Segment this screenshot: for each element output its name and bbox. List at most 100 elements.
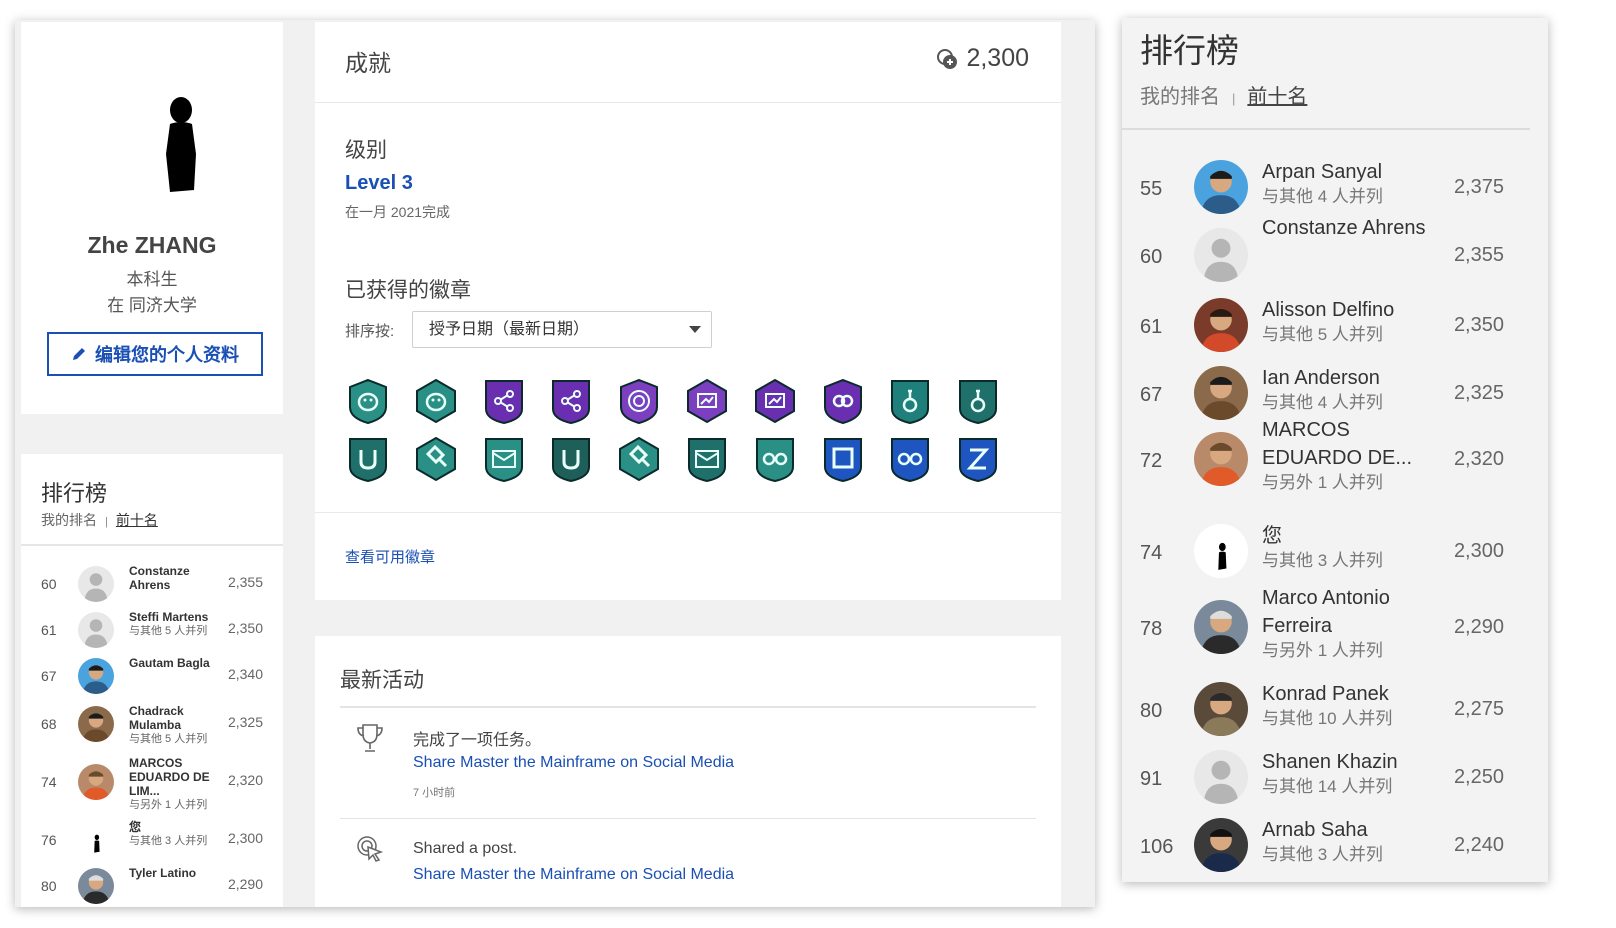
tie-note: 与其他 14 人并列 — [1262, 777, 1393, 796]
tab-top-ten[interactable]: 前十名 — [1247, 86, 1307, 108]
activity-link[interactable]: Share Master the Mainframe on Social Med… — [413, 754, 734, 772]
leaderboard-tabs: 我的排名 | 前十名 — [1140, 80, 1307, 109]
player-name-text: 您 — [1262, 525, 1282, 547]
avatar — [1194, 682, 1248, 736]
leaderboard-tabs: 我的排名 | 前十名 — [41, 510, 158, 530]
player-name: 您与其他 3 人并列 — [129, 820, 229, 848]
player-points: 2,340 — [227, 666, 263, 682]
rank-number: 55 — [1140, 178, 1163, 200]
activity-text: 完成了一项任务。 — [413, 732, 542, 749]
avatar — [1194, 600, 1248, 654]
purple-share-shield-icon[interactable] — [548, 377, 594, 425]
blue-square-shield-icon[interactable] — [820, 435, 866, 483]
avatar — [78, 764, 114, 800]
tie-note: 与其他 3 人并列 — [129, 835, 208, 847]
leaderboard-row[interactable]: 106 Arnab Saha 与其他 3 人并列 2,240 — [1122, 816, 1548, 876]
share-cursor-icon — [357, 836, 384, 862]
teal-flask-icon[interactable] — [955, 377, 1001, 425]
teal-hammer-icon[interactable] — [413, 435, 459, 483]
edit-profile-button[interactable]: 编辑您的个人资料 — [47, 332, 263, 376]
tie-note: 与其他 5 人并列 — [1262, 325, 1383, 344]
player-name-text: Constanze Ahrens — [129, 564, 190, 592]
teal-u-shield-icon[interactable] — [548, 435, 594, 483]
purple-chart-icon[interactable] — [752, 377, 798, 425]
leaderboard-row[interactable]: 60 Constanze Ahrens 2,355 — [21, 564, 283, 608]
rank-number: 74 — [1140, 542, 1163, 564]
leaderboard-row[interactable]: 74 您与其他 3 人并列 2,300 — [1122, 522, 1548, 582]
blue-z-shield-icon[interactable] — [955, 435, 1001, 483]
leaderboard-row[interactable]: 91 Shanen Khazin 与其他 14 人并列 2,250 — [1122, 748, 1548, 808]
level-heading: 级别 — [345, 139, 387, 162]
level-name[interactable]: Level 3 — [345, 172, 413, 195]
rank-number: 91 — [1140, 768, 1163, 790]
rank-number: 68 — [41, 716, 57, 732]
leaderboard-row[interactable]: 67 Ian Anderson 与其他 4 人并列 2,325 — [1122, 364, 1548, 424]
activity-text: Shared a post. — [413, 840, 518, 857]
leaderboard-row[interactable]: 80 Konrad Panek 与其他 10 人并列 2,275 — [1122, 680, 1548, 740]
tab-my-rank[interactable]: 我的排名 — [1140, 86, 1220, 108]
teal-envelope-icon[interactable] — [684, 435, 730, 483]
player-points: 2,250 — [1453, 766, 1504, 788]
player-points: 2,355 — [227, 574, 263, 590]
avatar — [1194, 524, 1248, 578]
player-name: MARCOS EDUARDO DE LIM... 与另外 1 人并列 — [129, 756, 229, 812]
leaderboard-small: 排行榜 我的排名 | 前十名 60 Constanze Ahrens 2,355 6… — [21, 454, 283, 907]
tie-note: 与另外 1 人并列 — [1262, 473, 1383, 492]
player-points: 2,275 — [1453, 698, 1504, 720]
purple-chart-icon[interactable] — [684, 377, 730, 425]
player-name-text: Constanze Ahrens — [1262, 217, 1426, 239]
blue-glasses-shield-icon[interactable] — [887, 435, 933, 483]
player-name: Steffi Martens 与其他 5 人并列 — [129, 610, 229, 638]
player-name: Arpan Sanyal 与其他 4 人并列 — [1262, 158, 1432, 208]
tab-my-rank[interactable]: 我的排名 — [41, 512, 97, 528]
sort-label: 排序按: — [345, 323, 395, 340]
divider — [340, 818, 1036, 819]
leaderboard-row[interactable]: 55 Arpan Sanyal 与其他 4 人并列 2,375 — [1122, 158, 1548, 218]
pencil-icon — [73, 348, 85, 360]
avatar — [1194, 366, 1248, 420]
leaderboard-row[interactable]: 72 MARCOS EDUARDO DE... 与另外 1 人并列 2,320 — [1122, 419, 1548, 492]
player-points: 2,320 — [227, 772, 263, 788]
player-name-text: Alisson Delfino — [1262, 299, 1395, 321]
player-name-text: Arnab Saha — [1262, 819, 1368, 841]
avatar — [1194, 228, 1248, 282]
sort-select[interactable]: 授予日期（最新日期） — [412, 311, 712, 348]
purple-target-icon[interactable] — [616, 377, 662, 425]
leaderboard-row[interactable]: 67 Gautam Bagla 2,340 — [21, 656, 283, 700]
player-name: Chadrack Mulamba 与其他 5 人并列 — [129, 704, 229, 746]
avatar — [1194, 298, 1248, 352]
player-points: 2,320 — [1453, 448, 1504, 470]
activity-link[interactable]: Share Master the Mainframe on Social Med… — [413, 866, 734, 884]
leaderboard-row[interactable]: 78 Marco Antonio Ferreira 与另外 1 人并列 2,290 — [1122, 587, 1548, 660]
teal-hexagon-face-icon[interactable] — [413, 377, 459, 425]
teal-shield-face-icon[interactable] — [345, 377, 391, 425]
rank-number: 60 — [1140, 246, 1163, 268]
rank-number: 67 — [41, 668, 57, 684]
level-date: 在一月 2021完成 — [345, 204, 451, 220]
leaderboard-title: 排行榜 — [41, 481, 108, 506]
leaderboard-row[interactable]: 61 Alisson Delfino 与其他 5 人并列 2,350 — [1122, 296, 1548, 356]
teal-envelope-icon[interactable] — [481, 435, 527, 483]
player-name-text: Gautam Bagla — [129, 656, 210, 670]
teal-hammer-icon[interactable] — [616, 435, 662, 483]
player-name: Constanze Ahrens — [1262, 214, 1432, 242]
leaderboard-row[interactable]: 68 Chadrack Mulamba 与其他 5 人并列 2,325 — [21, 704, 283, 748]
profile-card: Zhe ZHANG 本科生 在 同济大学 编辑您的个人资料 — [21, 22, 283, 414]
divider — [315, 102, 1061, 103]
player-name: 您与其他 3 人并列 — [1262, 522, 1432, 572]
teal-glasses-shield-icon[interactable] — [752, 435, 798, 483]
teal-flask-icon[interactable] — [887, 377, 933, 425]
purple-link-icon[interactable] — [820, 377, 866, 425]
leaderboard-row[interactable]: 60 Constanze Ahrens 2,355 — [1122, 217, 1548, 286]
leaderboard-row[interactable]: 76 您与其他 3 人并列 2,300 — [21, 820, 283, 864]
leaderboard-row[interactable]: 61 Steffi Martens 与其他 5 人并列 2,350 — [21, 610, 283, 654]
view-badges-link[interactable]: 查看可用徽章 — [345, 546, 435, 567]
tab-top-ten[interactable]: 前十名 — [116, 512, 158, 528]
player-points: 2,350 — [1453, 314, 1504, 336]
activity-panel: 最新活动 完成了一项任务。 Share Master the Mainframe… — [315, 636, 1061, 907]
leaderboard-row[interactable]: 80 Tyler Latino 2,290 — [21, 866, 283, 907]
purple-share-shield-icon[interactable] — [481, 377, 527, 425]
player-points: 2,300 — [1453, 540, 1504, 562]
teal-u-shield-icon[interactable] — [345, 435, 391, 483]
leaderboard-row[interactable]: 74 MARCOS EDUARDO DE LIM... 与另外 1 人并列 2,3… — [21, 756, 283, 811]
